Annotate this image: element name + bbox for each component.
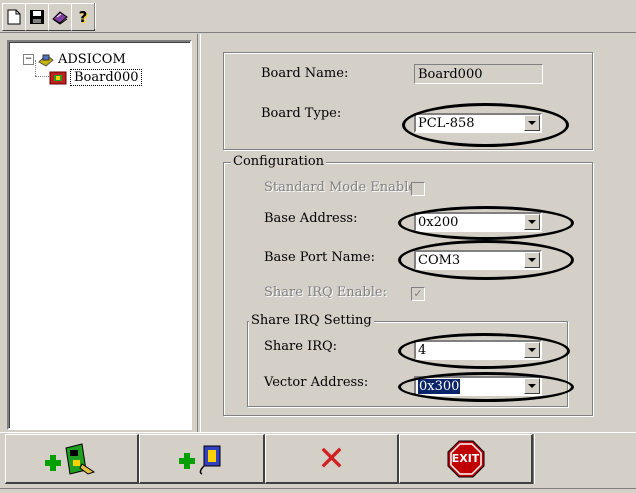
new-file-icon <box>7 9 21 25</box>
vector-address-value: 0x300 <box>418 378 461 394</box>
checkmark-icon: ✓ <box>413 287 423 300</box>
base-port-name-select[interactable]: COM3 <box>414 250 542 270</box>
button-bar-separator <box>533 434 535 484</box>
vector-address-select[interactable]: 0x300 <box>414 376 542 396</box>
board-type-label: Board Type: <box>261 106 342 121</box>
tree-item-adsicom[interactable]: − ADSICOM <box>23 51 126 67</box>
vector-address-dropdown-button[interactable] <box>524 378 540 394</box>
save-button[interactable] <box>25 3 49 31</box>
configuration-group-label: Configuration <box>231 154 327 169</box>
standard-mode-checkbox[interactable] <box>411 182 425 196</box>
collapse-toggle[interactable]: − <box>23 53 34 65</box>
vector-address-label: Vector Address: <box>264 375 369 390</box>
share-irq-value: 4 <box>418 342 427 358</box>
chevron-down-icon <box>528 220 536 224</box>
chevron-down-icon <box>528 258 536 262</box>
base-address-select[interactable]: 0x200 <box>414 212 542 232</box>
share-irq-enable-checkbox[interactable]: ✓ <box>411 287 425 301</box>
computer-icon <box>38 54 54 67</box>
base-address-label: Base Address: <box>264 211 358 226</box>
share-irq-select[interactable]: 4 <box>414 340 542 360</box>
board-type-value: PCL-858 <box>418 115 475 131</box>
delete-icon: ✕ <box>317 438 346 479</box>
add-board-icon <box>44 442 95 475</box>
window-bottom-edge <box>0 488 636 489</box>
tree-connector <box>35 76 49 77</box>
base-port-name-value: COM3 <box>418 252 461 268</box>
save-icon <box>30 10 44 24</box>
toolbar-divider <box>0 32 636 33</box>
board-name-value: Board000 <box>418 66 483 82</box>
vector-address-text: 0x300 <box>416 378 524 394</box>
base-address-dropdown-button[interactable] <box>524 214 540 230</box>
toolbar-separator <box>94 3 96 29</box>
add-port-icon <box>178 445 220 475</box>
add-port-button[interactable] <box>139 434 265 484</box>
help-icon: ? <box>78 8 88 26</box>
board-name-field: Board000 <box>414 64 543 84</box>
standard-mode-label: Standard Mode Enable: <box>264 180 421 195</box>
share-irq-setting-group-label: Share IRQ Setting <box>249 313 374 328</box>
help-button[interactable]: ? <box>71 3 95 31</box>
tree-label-board000: Board000 <box>70 69 143 86</box>
tree-label-adsicom: ADSICOM <box>58 51 126 67</box>
share-irq-dropdown-button[interactable] <box>524 342 540 358</box>
share-irq-label: Share IRQ: <box>264 339 338 354</box>
board-type-dropdown-button[interactable] <box>524 115 540 131</box>
device-tree[interactable]: − ADSICOM Board000 <box>7 40 192 430</box>
book-button[interactable] <box>48 3 72 31</box>
book-icon <box>52 11 68 25</box>
base-port-name-dropdown-button[interactable] <box>524 252 540 268</box>
panel-separator <box>197 34 201 432</box>
delete-button[interactable]: ✕ <box>265 434 399 484</box>
chevron-down-icon <box>528 348 536 352</box>
new-button[interactable] <box>2 3 26 31</box>
share-irq-enable-label: Share IRQ Enable: <box>264 285 387 300</box>
exit-button[interactable]: EXIT <box>399 434 533 484</box>
base-address-value: 0x200 <box>418 214 459 230</box>
board-type-select[interactable]: PCL-858 <box>414 113 542 133</box>
tree-item-board000[interactable]: Board000 <box>49 69 143 86</box>
board-name-label: Board Name: <box>261 66 349 81</box>
chevron-down-icon <box>528 121 536 125</box>
exit-label: EXIT <box>451 452 480 465</box>
board-icon <box>49 71 67 84</box>
chevron-down-icon <box>528 384 536 388</box>
base-port-name-label: Base Port Name: <box>264 250 375 265</box>
add-board-button[interactable] <box>5 434 139 484</box>
